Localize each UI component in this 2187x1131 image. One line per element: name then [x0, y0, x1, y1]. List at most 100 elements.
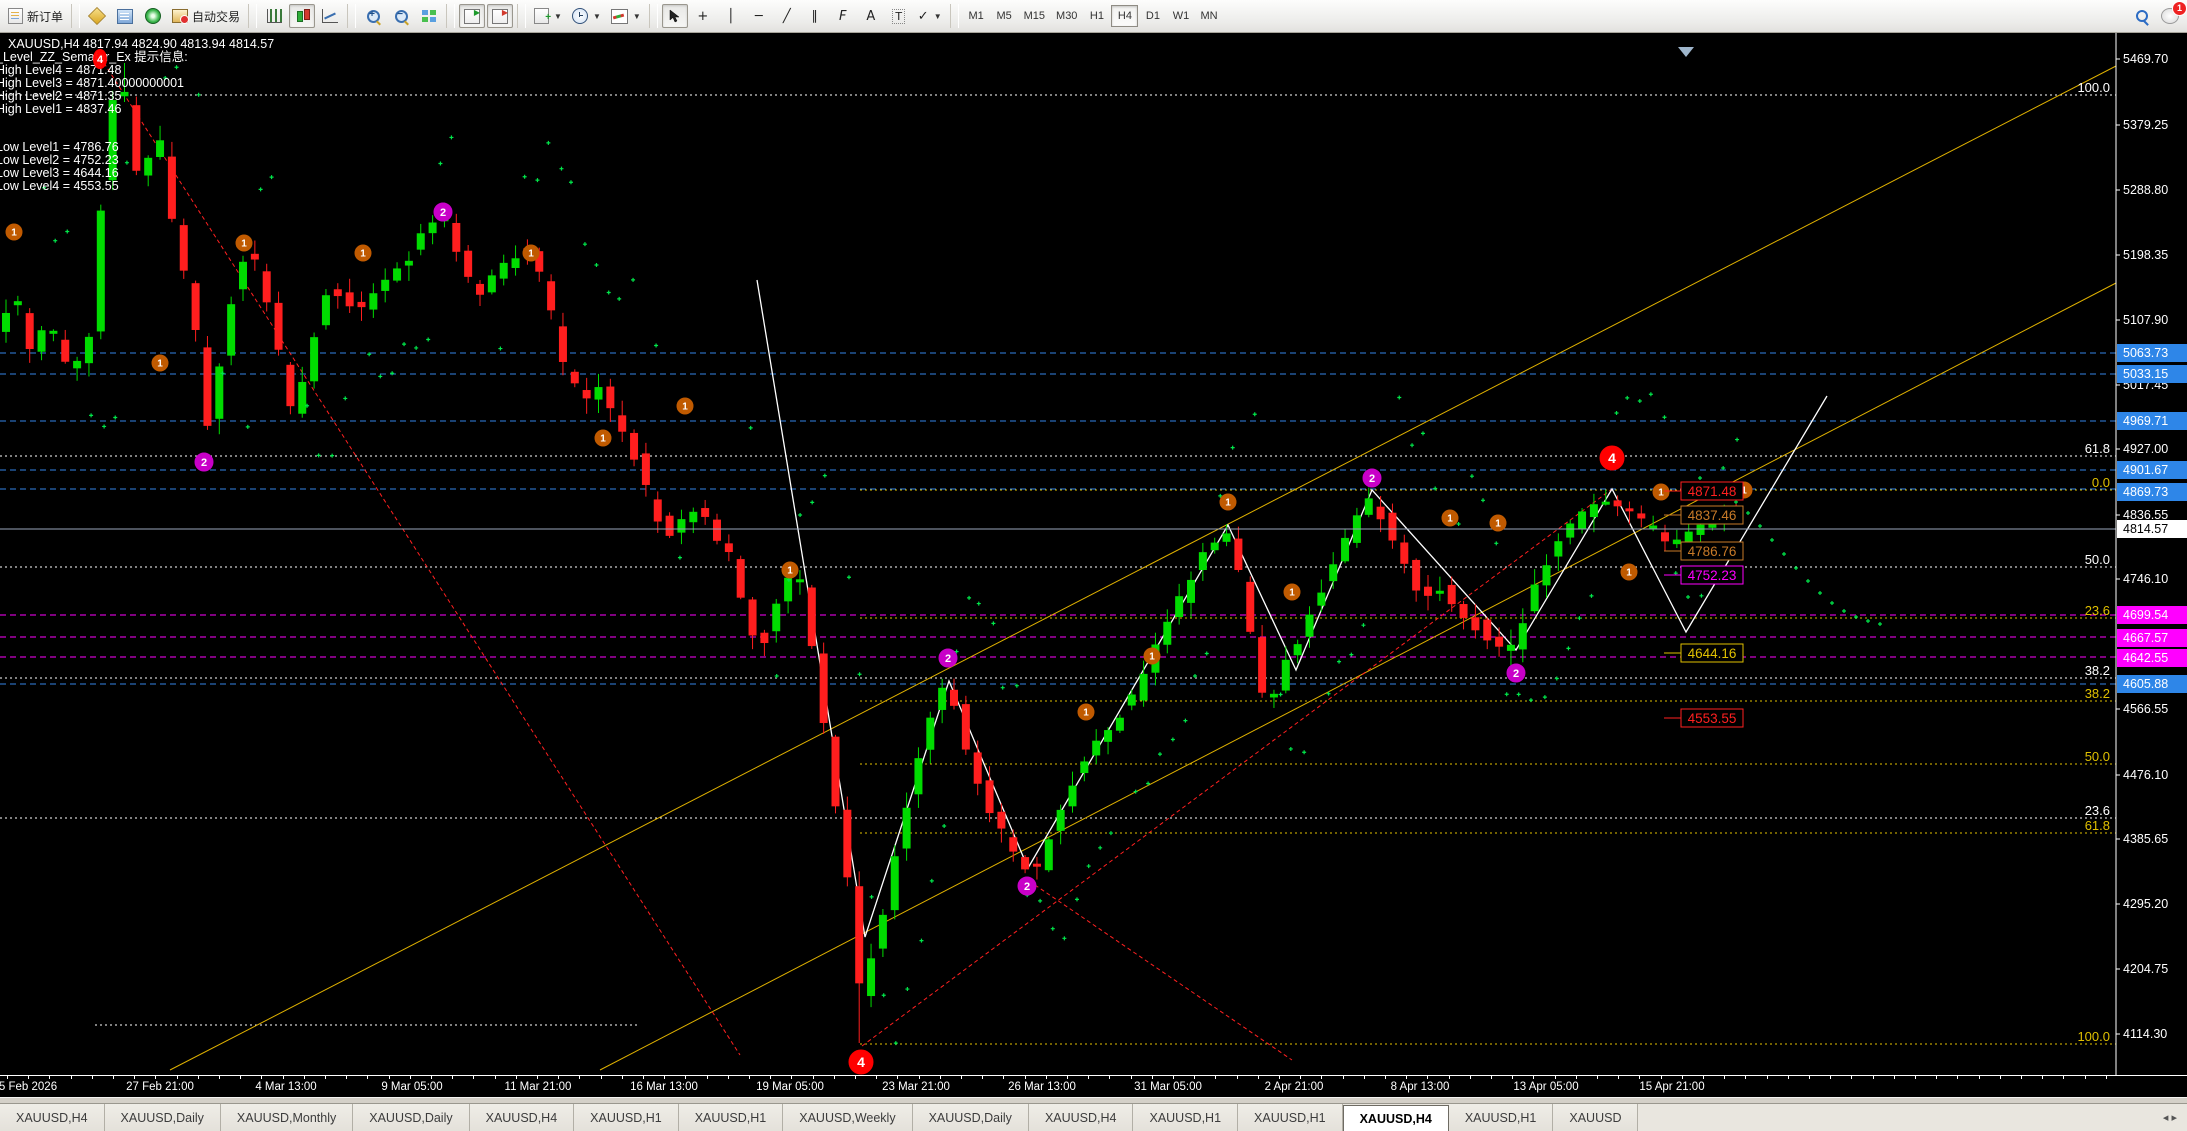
- chart-tab[interactable]: XAUUSD,H4: [1343, 1105, 1449, 1131]
- indicator-dot: [523, 175, 527, 179]
- indicator-dot: [1529, 698, 1533, 702]
- label-button[interactable]: T: [886, 4, 912, 28]
- timeframe-h4-button[interactable]: H4: [1111, 5, 1138, 27]
- chart-tab[interactable]: XAUUSD,Daily: [913, 1104, 1029, 1131]
- trendline-button[interactable]: ╱: [774, 4, 800, 28]
- chart-tab[interactable]: XAUUSD,Monthly: [221, 1104, 353, 1131]
- tile-windows-button[interactable]: [416, 4, 442, 28]
- indicator-dot: [594, 263, 598, 267]
- cursor-button[interactable]: [662, 4, 688, 28]
- indicator-dot: [1087, 864, 1091, 868]
- time-axis-tick: [537, 1076, 538, 1079]
- candle-body: [1436, 591, 1443, 593]
- line-chart-button[interactable]: [317, 4, 343, 28]
- tile-windows-icon: [422, 10, 436, 23]
- market-watch-button[interactable]: [112, 4, 138, 28]
- indicator-dot: [798, 513, 802, 517]
- time-axis-tick: [961, 1076, 962, 1079]
- chart-tab[interactable]: XAUUSD,H4: [470, 1104, 575, 1131]
- timeframe-m1-button[interactable]: M1: [963, 5, 990, 27]
- periods-icon: [572, 8, 588, 24]
- time-axis[interactable]: 5 Feb 202627 Feb 21:004 Mar 13:009 Mar 0…: [0, 1075, 2187, 1097]
- auto-trading-button[interactable]: 自动交易: [168, 4, 244, 28]
- timeframe-m15-button[interactable]: M15: [1019, 5, 1050, 27]
- hline-button[interactable]: ─: [746, 4, 772, 28]
- candle-body: [133, 106, 140, 171]
- chart-shift-button[interactable]: ▶: [487, 4, 513, 28]
- timeframe-w1-button[interactable]: W1: [1167, 5, 1194, 27]
- time-axis-tick: [1321, 1076, 1322, 1079]
- candle-body: [1567, 524, 1574, 537]
- chart-tab[interactable]: XAUUSD,H1: [679, 1104, 784, 1131]
- time-axis-tick: [1237, 1076, 1238, 1079]
- chart-tab[interactable]: XAUUSD,Daily: [353, 1104, 469, 1131]
- fibonacci-button[interactable]: F: [830, 4, 856, 28]
- candle-body: [62, 340, 69, 361]
- text-button[interactable]: A: [858, 4, 884, 28]
- tab-scroll-arrows[interactable]: ◂ ▸: [2153, 1104, 2187, 1131]
- candle-body: [204, 348, 211, 425]
- chart-tab[interactable]: XAUUSD,Daily: [105, 1104, 221, 1131]
- time-axis-tick: [897, 1076, 898, 1079]
- indicator-dot: [1770, 538, 1774, 542]
- search-button[interactable]: [2129, 4, 2155, 28]
- market-watch-icon: [117, 9, 133, 24]
- indicator-info-text: Low Level1 = 4786.76: [0, 140, 119, 154]
- chart-area[interactable]: 111111111111111112222224444871.484837.46…: [0, 33, 2187, 1075]
- level-box-value: 4871.48: [1688, 484, 1737, 499]
- time-axis-tick: [1639, 1076, 1640, 1079]
- chart-tab[interactable]: XAUUSD,Weekly: [783, 1104, 912, 1131]
- zoom-in-button[interactable]: +: [360, 4, 386, 28]
- zoom-out-button[interactable]: −: [388, 4, 414, 28]
- candlestick-button[interactable]: [289, 4, 315, 28]
- indicator-dot: [678, 556, 682, 560]
- timeframe-m30-button[interactable]: M30: [1051, 5, 1082, 27]
- periods-button[interactable]: ▼: [568, 4, 605, 28]
- new-order-button[interactable]: 新订单: [4, 4, 67, 28]
- chart-tab[interactable]: XAUUSD,H1: [574, 1104, 679, 1131]
- line-chart-icon: [322, 9, 338, 23]
- time-axis-label: 5 Feb 2026: [0, 1081, 57, 1093]
- auto-scroll-icon: ▶: [464, 9, 480, 24]
- semafor-label: 1: [241, 239, 247, 250]
- time-axis-tick: [1258, 1076, 1259, 1079]
- chart-tab[interactable]: XAUUSD: [1553, 1104, 1638, 1131]
- candle-body: [690, 512, 697, 521]
- channel-button[interactable]: ∥: [802, 4, 828, 28]
- indicator-dot: [1806, 579, 1810, 583]
- crosshair-button[interactable]: +: [690, 4, 716, 28]
- fib-label: 61.8: [2085, 441, 2110, 456]
- time-axis-tick: [28, 1076, 29, 1079]
- indicator-dot: [930, 879, 934, 883]
- indicator-dot: [631, 278, 635, 282]
- chart-tab[interactable]: XAUUSD,H1: [1449, 1104, 1554, 1131]
- price-chart[interactable]: 111111111111111112222224444871.484837.46…: [0, 33, 2187, 1075]
- chart-tab[interactable]: XAUUSD,H1: [1238, 1104, 1343, 1131]
- timeframe-d1-button[interactable]: D1: [1139, 5, 1166, 27]
- time-axis-tick: [1470, 1076, 1471, 1079]
- chart-tab[interactable]: XAUUSD,H4: [0, 1104, 105, 1131]
- timeframe-m5-button[interactable]: M5: [991, 5, 1018, 27]
- templates-button[interactable]: ▼: [530, 4, 566, 28]
- notification-badge: 1: [2172, 1, 2187, 16]
- vline-button[interactable]: │: [718, 4, 744, 28]
- indicator-dot: [654, 344, 658, 348]
- chart-tab[interactable]: XAUUSD,H4: [1029, 1104, 1134, 1131]
- timeframe-mn-button[interactable]: MN: [1195, 5, 1222, 27]
- vline-icon: │: [727, 9, 735, 24]
- notifications-button[interactable]: 1: [2157, 4, 2183, 28]
- time-axis-tick: [177, 1076, 178, 1079]
- arrows-button[interactable]: ✓▼: [914, 4, 946, 28]
- navigator-button[interactable]: [140, 4, 166, 28]
- timeframe-h1-button[interactable]: H1: [1083, 5, 1110, 27]
- indicators-button[interactable]: ▼: [607, 4, 645, 28]
- metaeditor-button[interactable]: [84, 4, 110, 28]
- candle-body: [488, 276, 495, 292]
- auto-scroll-button[interactable]: ▶: [459, 4, 485, 28]
- indicator-info-text: Low Level4 = 4553.55: [0, 179, 119, 193]
- candle-body: [251, 254, 258, 259]
- bar-chart-button[interactable]: [261, 4, 287, 28]
- time-axis-tick: [813, 1076, 814, 1079]
- chart-tab[interactable]: XAUUSD,H1: [1133, 1104, 1238, 1131]
- search-icon: [2135, 9, 2150, 24]
